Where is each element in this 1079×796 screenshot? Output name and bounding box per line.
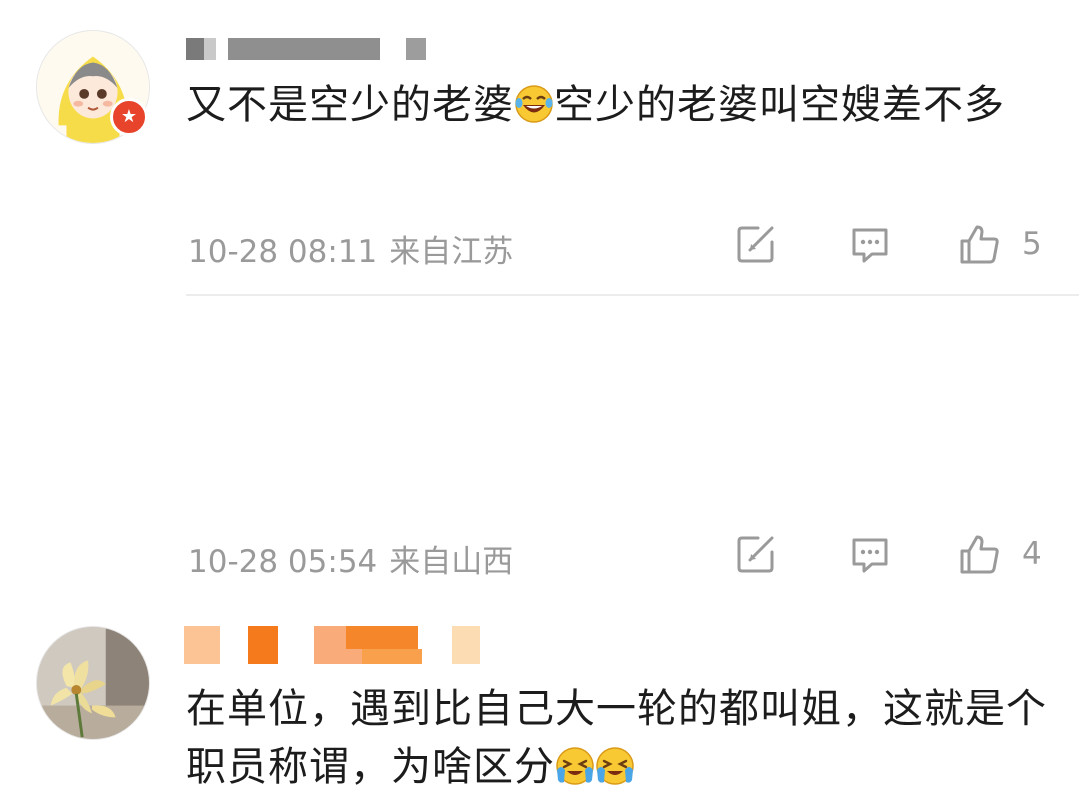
comment-item: ★ 又不是空少的老婆 空少的老婆叫空嫂差不多 10-28 08:11 来自江苏 5 — [0, 0, 1079, 296]
comment-time: 10-28 05:54 — [188, 544, 378, 580]
comment-meta: 10-28 08:11 来自江苏 — [188, 226, 513, 271]
thumbs-up-icon — [960, 225, 999, 264]
verified-badge-icon: ★ — [110, 98, 148, 136]
comment-location: 来自山西 — [389, 544, 514, 580]
like-count: 5 — [1022, 226, 1042, 262]
comment-time: 10-28 08:11 — [188, 234, 378, 270]
reply-button[interactable] — [848, 222, 892, 266]
avatar-flower-image — [37, 627, 149, 739]
repost-icon — [737, 536, 774, 573]
avatar[interactable] — [36, 626, 150, 740]
comment-location: 来自江苏 — [389, 234, 514, 270]
comment-meta: 10-28 05:54 来自山西 — [188, 536, 513, 581]
comment-icon — [852, 228, 888, 263]
thumbs-up-icon — [960, 535, 999, 574]
comment-icon — [852, 538, 888, 573]
comment-text: 又不是空少的老婆 空少的老婆叫空嫂差不多 — [186, 76, 1056, 134]
like-count: 4 — [1022, 536, 1042, 572]
comment-text: 在单位，遇到比自己大一轮的都叫姐，这就是个职员称谓，为啥区分 — [186, 680, 1056, 796]
comment-item: 在单位，遇到比自己大一轮的都叫姐，这就是个职员称谓，为啥区分 10-28 05:… — [0, 296, 1079, 790]
comment-text-part: 又不是空少的老婆 — [186, 82, 514, 128]
repost-icon — [737, 226, 774, 263]
reply-button[interactable] — [848, 532, 892, 576]
laughing-tears-emoji-icon — [515, 85, 553, 123]
repost-button[interactable] — [734, 222, 778, 266]
comment-text-part: 空少的老婆叫空嫂差不多 — [554, 82, 1005, 128]
crying-laughing-emoji-icon — [556, 747, 594, 785]
crying-laughing-emoji-icon — [596, 747, 634, 785]
like-button[interactable] — [958, 222, 1002, 266]
like-button[interactable] — [958, 532, 1002, 576]
repost-button[interactable] — [734, 532, 778, 576]
